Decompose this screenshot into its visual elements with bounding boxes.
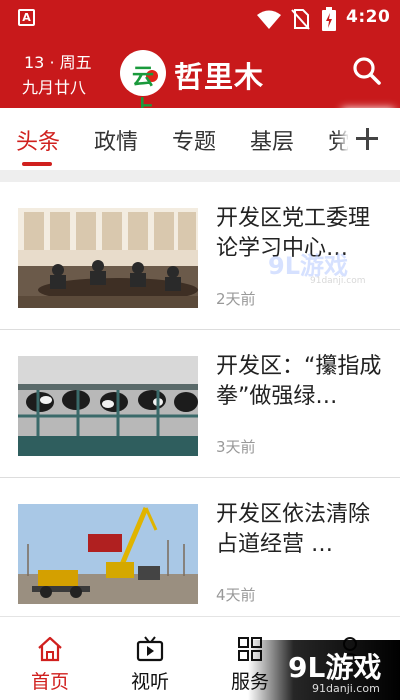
app-notification-icon: A [18,9,35,26]
tab-zhuanti[interactable]: 专题 [172,124,216,156]
tab-jiceng[interactable]: 基层 [250,124,294,156]
lunar-date: 九月廿八 [22,78,87,97]
home-icon [38,636,62,662]
news-title: 开发区依法清除占道经营 … [216,502,371,557]
watermark-overlay: 9L游戏 91danji.com [268,246,378,290]
video-icon [136,636,164,662]
news-thumbnail [18,504,198,604]
channel-tabs: 头条 政情 专题 基层 党 [0,108,348,170]
news-thumbnail [18,356,198,456]
nav-label: 视听 [130,671,169,693]
section-divider [0,170,400,182]
news-item[interactable]: 开发区依法清除占道经营 … 4天前 [0,478,400,616]
tab-zhengqing[interactable]: 政情 [94,124,138,156]
wifi-icon [257,10,281,29]
watermark-url: 91danji.com [310,276,366,286]
no-sim-icon [291,9,310,30]
corner-watermark: 9L游戏 91danji.com [248,640,400,700]
news-thumbnail [18,208,198,308]
date-weekday: 13 · 周五 [24,53,92,72]
app-logo: 云上 哲里木 [120,48,280,122]
status-bar: A 4:20 [0,0,400,36]
channel-tab-bar: 头条 政情 专题 基层 党 [0,108,400,170]
tab-toutiao[interactable]: 头条 [16,124,60,156]
news-time: 4天前 [216,586,256,604]
nav-home[interactable]: 首页 [0,617,100,700]
news-title: 开发区：“攥指成拳”做强绿… [216,354,382,409]
nav-video[interactable]: 视听 [100,617,200,700]
news-item[interactable]: 开发区：“攥指成拳”做强绿… 3天前 [0,330,400,478]
active-tab-indicator [22,162,52,166]
news-time: 3天前 [216,438,256,456]
watermark-text: 9L游戏 [288,651,382,684]
nav-label: 首页 [30,671,69,693]
news-time: 2天前 [216,290,256,308]
logo-text: 哲里木 [174,60,265,94]
battery-charging-icon [322,7,336,31]
app-header: 13 · 周五 九月廿八 云上 哲里木 [0,36,400,122]
tab-dang[interactable]: 党 [328,124,348,156]
status-time: 4:20 [346,7,391,27]
add-channel-button[interactable] [348,108,400,170]
search-icon[interactable] [350,54,384,88]
logo-emblem-icon: 云上 [120,50,166,122]
watermark-url: 91danji.com [312,682,380,695]
